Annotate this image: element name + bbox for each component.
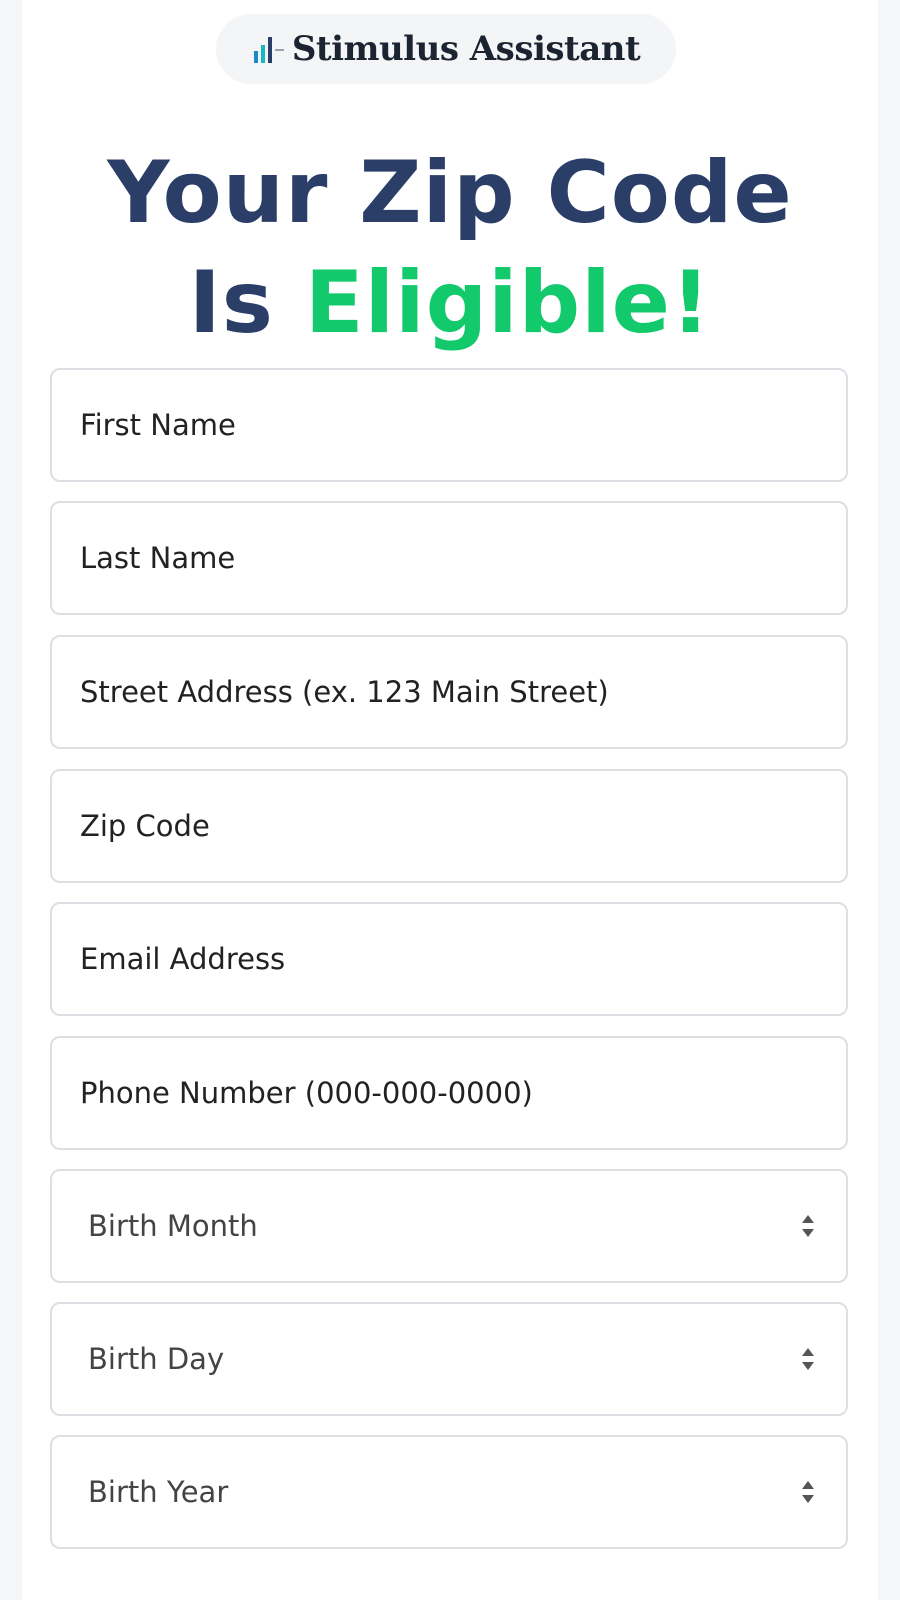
brand-name: Stimulus Assistant (291, 29, 641, 69)
sort-arrows-icon (802, 1348, 814, 1370)
first-name-input[interactable] (50, 368, 848, 482)
page-headline: Your Zip Code Is Eligible! (22, 138, 878, 358)
sort-arrows-icon (802, 1481, 814, 1503)
birth-month-selected: Birth Month (88, 1209, 258, 1243)
headline-is: Is (188, 253, 274, 353)
bar-chart-icon (253, 37, 284, 63)
headline-eligible: Eligible! (304, 253, 712, 353)
phone-input[interactable] (50, 1036, 848, 1150)
page: Stimulus Assistant Your Zip Code Is Elig… (22, 0, 878, 1600)
birth-day-select[interactable]: Birth Day (50, 1302, 848, 1416)
last-name-input[interactable] (50, 501, 848, 615)
birth-month-select[interactable]: Birth Month (50, 1169, 848, 1283)
birth-day-selected: Birth Day (88, 1342, 225, 1376)
zip-code-input[interactable] (50, 769, 848, 883)
birth-year-select[interactable]: Birth Year (50, 1435, 848, 1549)
birth-year-selected: Birth Year (88, 1475, 229, 1509)
brand-logo[interactable]: Stimulus Assistant (216, 14, 676, 84)
headline-line1: Your Zip Code (107, 143, 793, 243)
sort-arrows-icon (802, 1215, 814, 1237)
street-address-input[interactable] (50, 635, 848, 749)
email-input[interactable] (50, 902, 848, 1016)
